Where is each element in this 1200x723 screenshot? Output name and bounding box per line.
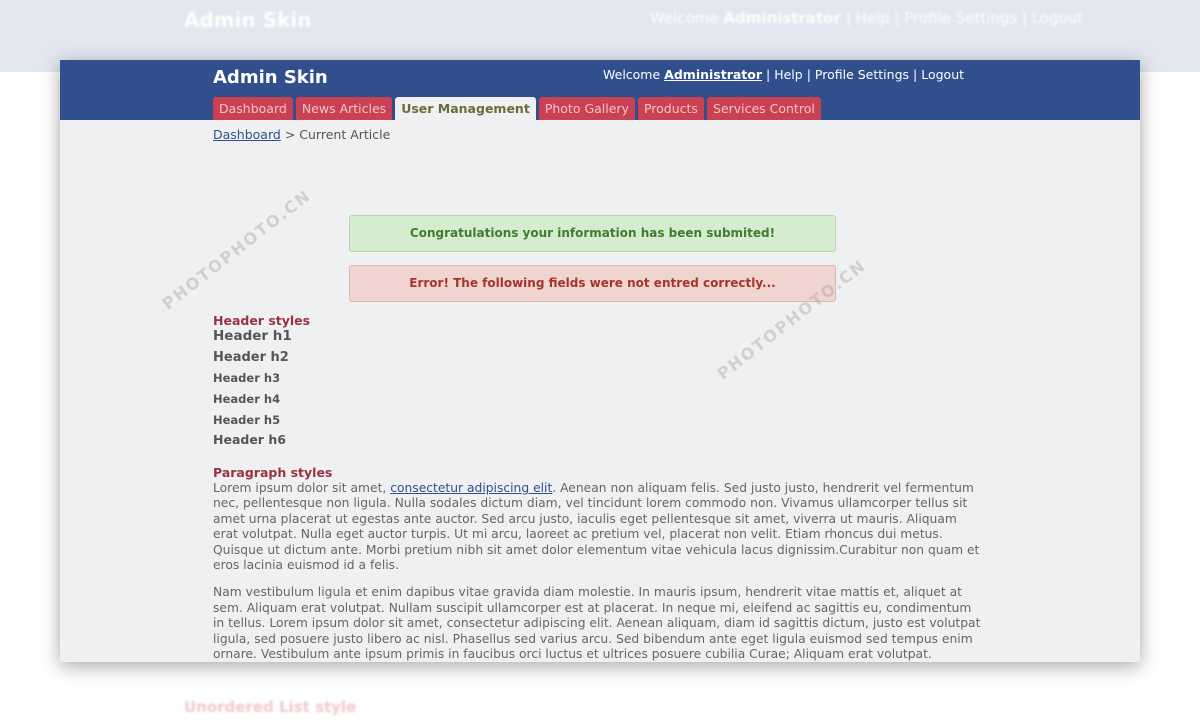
- tab-news-articles[interactable]: News Articles: [295, 97, 393, 120]
- paragraph-link[interactable]: consectetur adipiscing elit: [390, 481, 552, 495]
- separator: |: [913, 67, 918, 82]
- separator: |: [806, 67, 811, 82]
- tab-user-management[interactable]: User Management: [395, 97, 536, 120]
- paragraph-2: Nam vestibulum ligula et enim dapibus vi…: [213, 585, 981, 662]
- error-message: Error! The following fields were not ent…: [349, 265, 836, 302]
- header-styles: Header styles Header h1 Header h2 Header…: [213, 313, 310, 447]
- content: Dashboard > Current Article Congratulati…: [213, 120, 983, 661]
- breadcrumb-separator: >: [284, 127, 296, 142]
- watermark: PHOTOPHOTO.CN: [158, 185, 315, 314]
- section-title: Paragraph styles: [213, 465, 333, 480]
- tab-products[interactable]: Products: [637, 97, 704, 120]
- header-h1: Header h1: [213, 328, 292, 344]
- tab-services-control[interactable]: Services Control: [706, 97, 821, 120]
- welcome-text: Welcome: [603, 67, 661, 82]
- admin-window: Admin Skin Welcome Administrator | Help …: [60, 60, 1140, 662]
- header-h4: Header h4: [213, 392, 281, 406]
- background-list-title: Unordered List style: [184, 698, 357, 716]
- paragraph-1: Lorem ipsum dolor sit amet, consectetur …: [213, 481, 983, 573]
- help-link[interactable]: Help: [774, 67, 803, 82]
- tab-photo-gallery[interactable]: Photo Gallery: [538, 97, 635, 120]
- background-userbar: Welcome Administrator | Help | Profile S…: [650, 9, 1084, 27]
- user-bar: Welcome Administrator | Help | Profile S…: [603, 67, 964, 82]
- paragraph-styles: Paragraph styles Lorem ipsum dolor sit a…: [213, 465, 983, 662]
- logout-link[interactable]: Logout: [921, 67, 964, 82]
- header: Admin Skin Welcome Administrator | Help …: [60, 60, 1140, 120]
- main-nav: Dashboard News Articles User Management …: [213, 97, 821, 120]
- app-title: Admin Skin: [213, 67, 328, 88]
- breadcrumb: Dashboard > Current Article: [213, 127, 983, 142]
- header-h6: Header h6: [213, 432, 286, 447]
- user-link[interactable]: Administrator: [664, 67, 762, 82]
- header-h2: Header h2: [213, 350, 289, 365]
- section-title: Header styles: [213, 313, 311, 328]
- profile-settings-link[interactable]: Profile Settings: [815, 67, 909, 82]
- breadcrumb-dashboard[interactable]: Dashboard: [213, 127, 281, 142]
- success-message: Congratulations your information has bee…: [349, 215, 836, 252]
- separator: |: [766, 67, 771, 82]
- breadcrumb-current: Current Article: [299, 127, 391, 142]
- background-title: Admin Skin: [184, 8, 312, 32]
- header-h3: Header h3: [213, 371, 281, 385]
- header-h5: Header h5: [213, 413, 281, 427]
- text: Lorem ipsum dolor sit amet,: [213, 481, 391, 495]
- tab-dashboard[interactable]: Dashboard: [213, 97, 293, 120]
